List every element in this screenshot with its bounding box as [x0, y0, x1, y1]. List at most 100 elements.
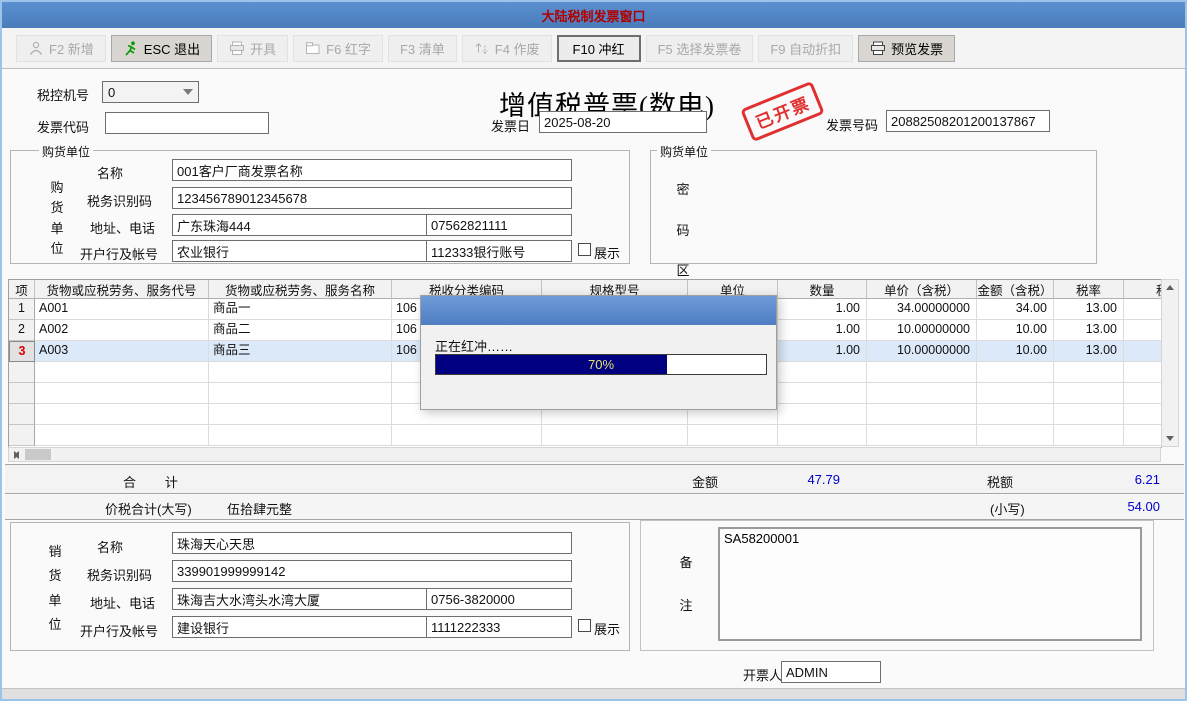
folder-icon — [305, 41, 321, 56]
cell-code: A003 — [35, 341, 209, 362]
toolbar-button-f3-list[interactable]: F3 清单 — [387, 34, 457, 62]
buyer-bank-input[interactable] — [172, 240, 427, 262]
cell-qty — [778, 362, 867, 383]
totals-band: 合 计 金额 47.79 税额 6.21 — [5, 464, 1184, 494]
cell-amount — [977, 362, 1054, 383]
toolbar-button-issue[interactable]: 开具 — [217, 34, 289, 62]
row-header[interactable] — [9, 362, 35, 383]
printer-icon — [870, 41, 886, 56]
toolbar-button-label: F6 红字 — [326, 41, 371, 57]
cell-rate — [1054, 404, 1124, 425]
seller-show-checkbox[interactable] — [578, 619, 591, 632]
scroll-up-icon[interactable] — [1162, 280, 1178, 295]
cell-rate: 13.00 — [1054, 341, 1124, 362]
scroll-right-icon[interactable] — [9, 448, 24, 461]
cell-spec — [542, 425, 688, 446]
buyer-name-input[interactable] — [172, 159, 572, 181]
cell-price — [867, 404, 977, 425]
buyer-group-title: 购货单位 — [39, 143, 94, 160]
buyer-account-input[interactable] — [426, 240, 572, 262]
toolbar-button-label: F10 冲红 — [572, 41, 625, 57]
buyer-phone-input[interactable] — [426, 214, 572, 236]
sum-label: 合 计 — [123, 475, 178, 490]
cell-name — [209, 404, 392, 425]
toolbar-button-label: F4 作废 — [494, 41, 540, 57]
total-tax-value: 6.21 — [1134, 472, 1160, 487]
scroll-down-icon[interactable] — [1162, 431, 1178, 446]
buyer-taxid-input[interactable] — [172, 187, 572, 209]
cell-name: 商品一 — [209, 299, 392, 320]
void-icon — [474, 41, 490, 56]
buyer-show-checkbox[interactable] — [578, 243, 591, 256]
cell-price: 10.00000000 — [867, 320, 977, 341]
buyer-address-label: 地址、电话 — [90, 221, 156, 236]
invoice-date-label: 发票日 — [491, 119, 531, 134]
toolbar-button-f4-void[interactable]: F4 作废 — [461, 34, 552, 62]
cell-name: 商品三 — [209, 341, 392, 362]
machine-no-value: 0 — [108, 84, 116, 100]
seller-name-input[interactable] — [172, 532, 572, 554]
printer-icon — [229, 41, 245, 56]
seller-taxid-input[interactable] — [172, 560, 572, 582]
cell-code — [35, 425, 209, 446]
column-header: 货物或应税劳务、服务名称 — [209, 280, 392, 299]
row-header[interactable] — [9, 404, 35, 425]
cell-tax — [1124, 383, 1161, 404]
cell-name — [209, 425, 392, 446]
toolbar-button-f10-flush-red[interactable]: F10 冲红 — [556, 34, 641, 62]
seller-side-label: 销货单位 — [48, 544, 62, 632]
buyer-show-label: 展示 — [594, 246, 621, 261]
row-header[interactable]: 1 — [9, 299, 35, 320]
toolbar-button-f2-new[interactable]: F2 新增 — [16, 34, 106, 62]
horizontal-scroll-thumb[interactable] — [25, 449, 51, 460]
remark-textarea[interactable]: SA58200001 — [718, 527, 1142, 641]
toolbar-button-esc-exit[interactable]: ESC 退出 — [110, 34, 213, 62]
machine-no-combobox[interactable]: 0 — [102, 81, 199, 103]
cell-code: A002 — [35, 320, 209, 341]
column-header: 货物或应税劳务、服务代号 — [35, 280, 209, 299]
cell-tax — [1124, 299, 1161, 320]
row-header[interactable]: 2 — [9, 320, 35, 341]
amount-figures-value: 54.00 — [1127, 499, 1160, 514]
toolbar-button-label: F2 新增 — [49, 41, 94, 57]
cell-qty: 1.00 — [778, 299, 867, 320]
password-group-title: 购货单位 — [657, 143, 712, 160]
issuer-input[interactable] — [781, 661, 881, 683]
total-amount-label: 金额 — [692, 475, 719, 490]
toolbar-button-label: F3 清单 — [399, 41, 445, 57]
total-amount-value: 47.79 — [807, 472, 840, 487]
column-header: 金额（含税） — [977, 280, 1054, 299]
seller-address-input[interactable] — [172, 588, 427, 610]
cell-tax — [1124, 425, 1161, 446]
seller-bank-input[interactable] — [172, 616, 427, 638]
invoice-date-input[interactable] — [539, 111, 707, 133]
row-header[interactable]: 3 — [9, 341, 35, 362]
invoice-number-label: 发票号码 — [826, 118, 879, 133]
window-title: 大陆税制发票窗口 — [541, 8, 646, 24]
seller-phone-input[interactable] — [426, 588, 572, 610]
cell-price — [867, 383, 977, 404]
toolbar-button-f9-auto-discount[interactable]: F9 自动折扣 — [758, 34, 854, 62]
cell-qty — [778, 383, 867, 404]
table-row[interactable] — [9, 425, 1161, 446]
table-vertical-scrollbar[interactable] — [1161, 279, 1179, 447]
row-header[interactable] — [9, 425, 35, 446]
cell-amount — [977, 425, 1054, 446]
buyer-address-input[interactable] — [172, 214, 427, 236]
toolbar-button-f5-select-roll[interactable]: F5 选择发票卷 — [645, 34, 754, 62]
toolbar-button-f6-red-letter[interactable]: F6 红字 — [293, 34, 383, 62]
total-tax-label: 税额 — [987, 475, 1014, 490]
cell-amount — [977, 383, 1054, 404]
buyer-name-label: 名称 — [97, 166, 124, 181]
row-header[interactable] — [9, 383, 35, 404]
toolbar-button-preview-invoice[interactable]: 预览发票 — [858, 34, 956, 62]
seller-account-input[interactable] — [426, 616, 572, 638]
invoice-code-input[interactable] — [105, 112, 269, 134]
invoice-number-input[interactable] — [886, 110, 1050, 132]
seller-bank-label: 开户行及帐号 — [80, 624, 159, 639]
table-horizontal-scrollbar[interactable] — [8, 447, 1161, 462]
password-side-label: 密码区 — [676, 182, 690, 278]
chevron-down-icon — [183, 89, 193, 95]
invoice-code-label: 发票代码 — [37, 120, 90, 135]
amount-figures-label: (小写) — [990, 502, 1025, 517]
